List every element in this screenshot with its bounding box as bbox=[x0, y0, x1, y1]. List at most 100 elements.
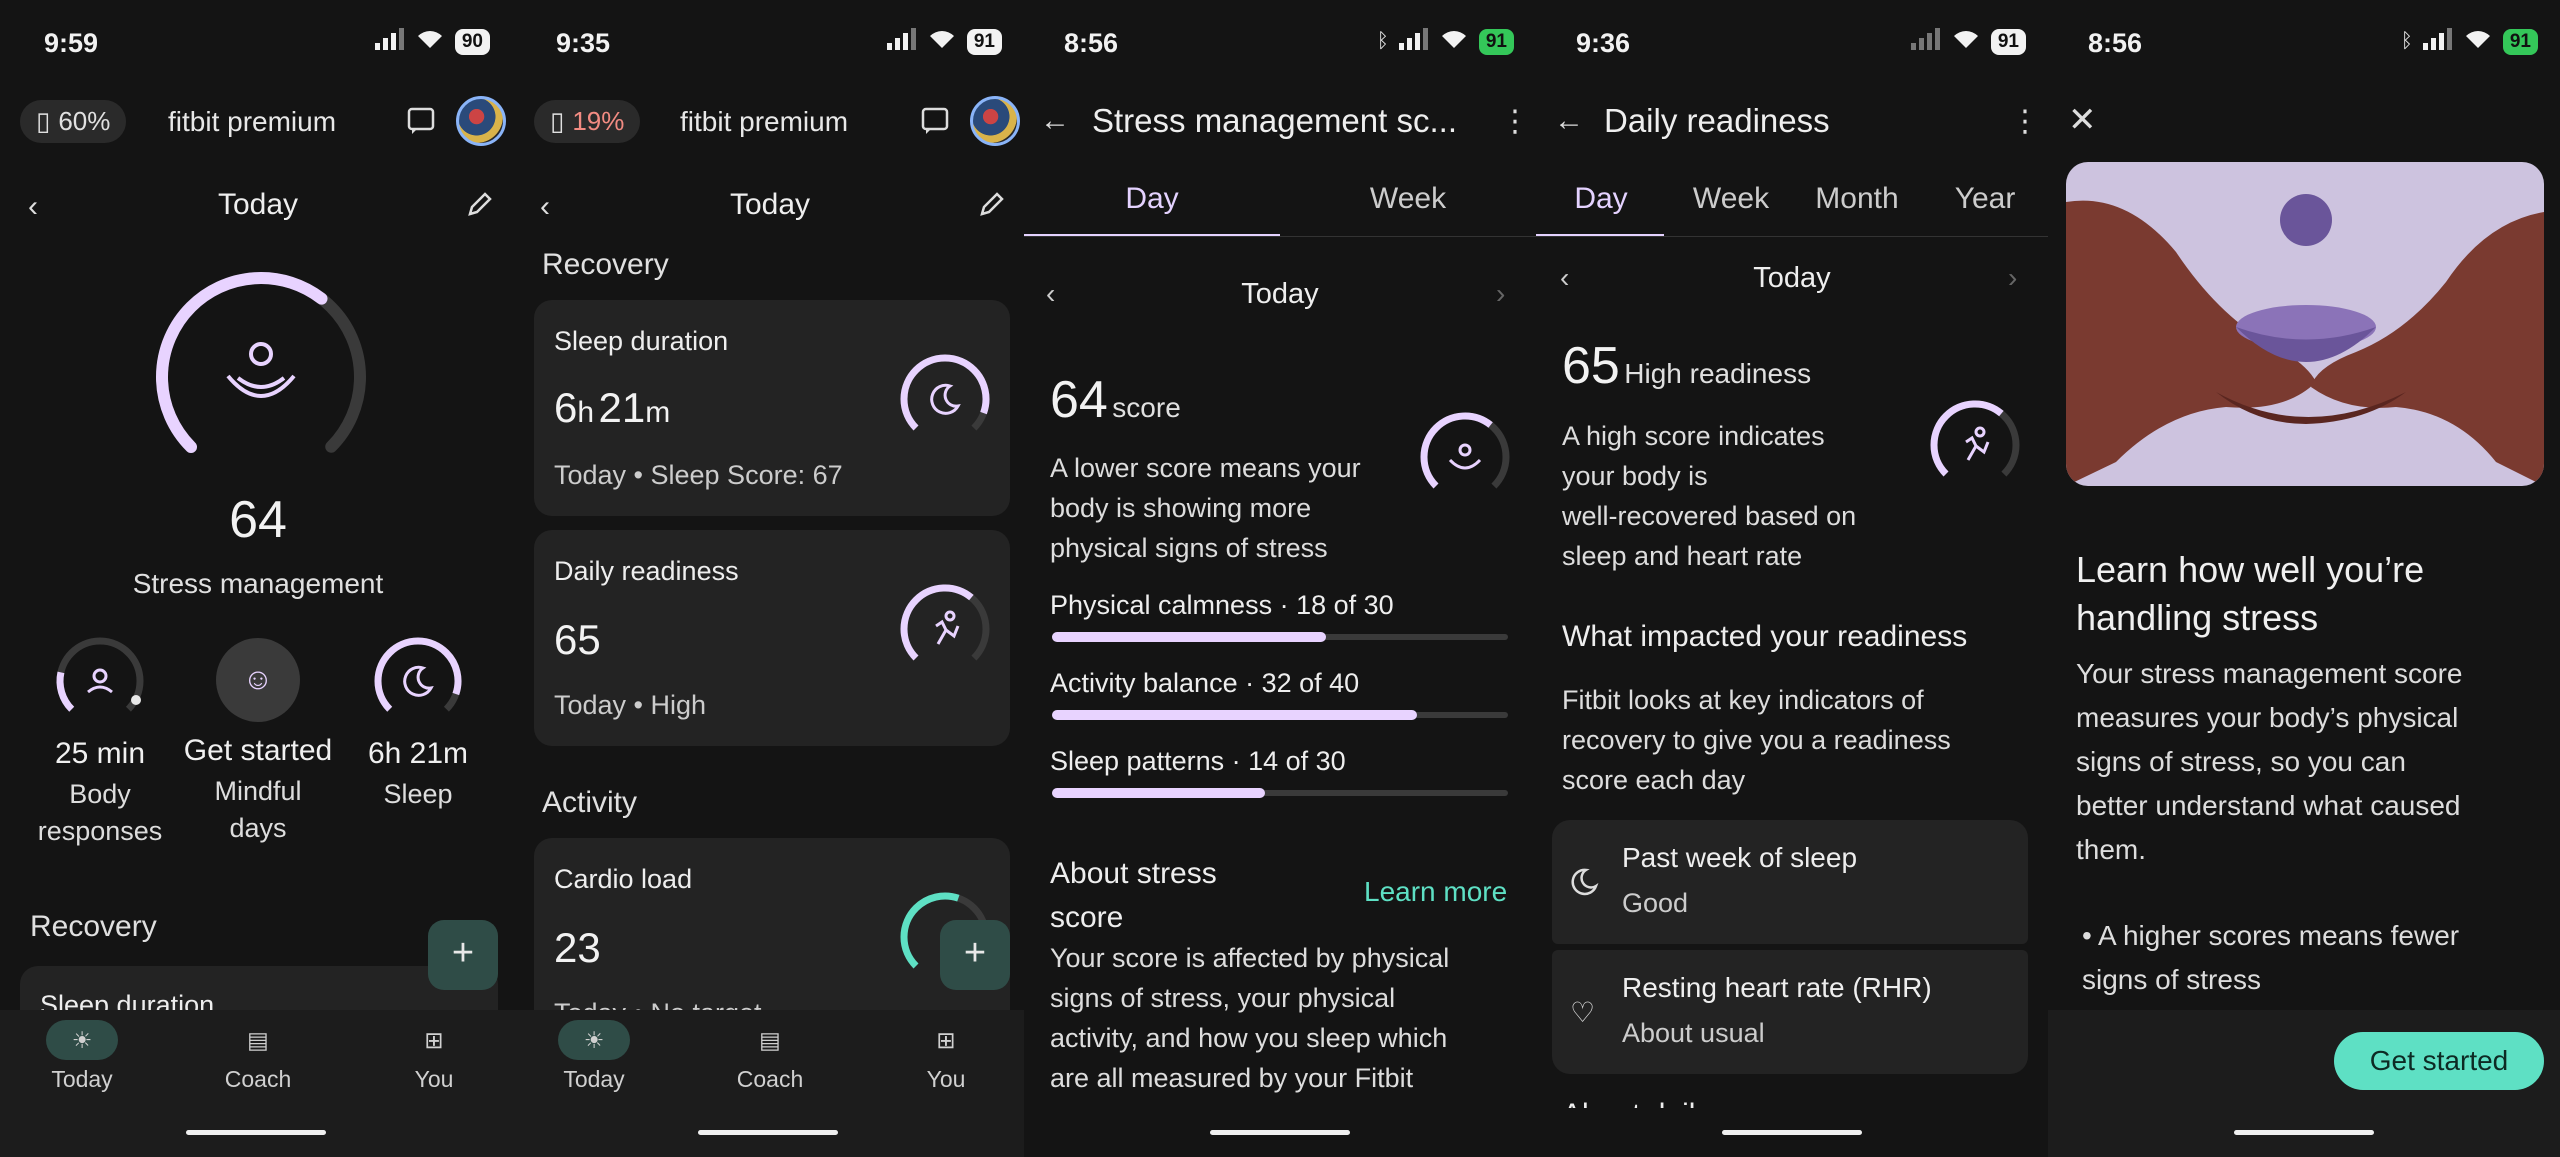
wifi-icon bbox=[1951, 28, 1981, 55]
running-icon bbox=[1965, 426, 1990, 461]
battery-indicator: 91 bbox=[966, 28, 1002, 55]
signal-icon bbox=[1910, 28, 1941, 55]
tab-month[interactable]: Month bbox=[1792, 182, 1922, 216]
chevron-right-icon[interactable]: › bbox=[1496, 278, 1505, 310]
get-started-button[interactable]: Get started bbox=[2334, 1032, 2544, 1090]
battery-indicator: 91 bbox=[1478, 28, 1514, 55]
stress-score-line: 64 score bbox=[1050, 371, 1181, 429]
metric-body-responses[interactable]: 25 min Body responses bbox=[10, 636, 190, 847]
page-title: Stress management sc... bbox=[1092, 102, 1457, 139]
bar-label-activity-balance: Activity balance · 32 of 40 bbox=[1050, 668, 1360, 698]
nav-you[interactable]: ⊞ You bbox=[886, 1020, 1006, 1093]
avatar[interactable] bbox=[970, 96, 1020, 146]
home-indicator bbox=[1210, 1130, 1350, 1135]
grid-icon: ⊞ bbox=[936, 1027, 956, 1053]
battery-indicator: 90 bbox=[454, 28, 490, 55]
screen-stress-detail: 8:56 ᛒ 91 ← Stress management sc... ⋮ Da… bbox=[1024, 0, 1536, 1157]
coach-icon: ▤ bbox=[759, 1027, 781, 1053]
back-arrow-icon[interactable]: ← bbox=[1040, 104, 1070, 138]
screen-readiness-detail: 9:36 91 ← Daily readiness ⋮ Day Week Mon… bbox=[1536, 0, 2048, 1157]
device-battery-icon: ▯ bbox=[36, 106, 51, 136]
sleep-gauge bbox=[374, 637, 462, 725]
item-resting-heart-rate[interactable]: ♡ Resting heart rate (RHR) About usual bbox=[1552, 950, 2028, 1074]
avatar[interactable] bbox=[456, 96, 506, 146]
home-indicator bbox=[186, 1130, 326, 1135]
screen-today-cards: 9:35 91 ▯ 19% fitbit premium ‹ Today Rec… bbox=[512, 0, 1024, 1157]
more-menu-icon[interactable]: ⋮ bbox=[2010, 104, 2040, 139]
section-activity: Activity bbox=[542, 786, 638, 819]
tab-day[interactable]: Day bbox=[1536, 182, 1666, 216]
back-arrow-icon[interactable]: ← bbox=[1554, 104, 1584, 138]
wifi-icon bbox=[415, 28, 445, 55]
stress-score: 64 bbox=[229, 491, 287, 549]
status-bar: 8:56 ᛒ 91 bbox=[2048, 22, 2560, 62]
add-button[interactable]: + bbox=[940, 920, 1010, 990]
item-past-week-sleep[interactable]: Past week of sleep Good bbox=[1552, 820, 2028, 944]
bar-activity-balance bbox=[1052, 710, 1508, 720]
mindfulness-icon: ☺ bbox=[216, 638, 300, 722]
more-menu-icon[interactable]: ⋮ bbox=[1500, 104, 1530, 139]
readiness-gauge bbox=[900, 584, 990, 674]
screen-today-overview: 9:59 90 ▯ 60% fitbit premium ‹ Today 64 … bbox=[0, 0, 512, 1157]
tab-week[interactable]: Week bbox=[1666, 182, 1796, 216]
metric-mindful-days[interactable]: ☺ Get started Mindful days bbox=[168, 636, 348, 844]
home-indicator bbox=[1722, 1130, 1862, 1135]
device-battery-pill[interactable]: ▯ 19% bbox=[534, 100, 641, 143]
nav-today[interactable]: ☀ Today bbox=[22, 1020, 142, 1093]
day-label: Today bbox=[217, 188, 299, 221]
nav-you[interactable]: ⊞ You bbox=[374, 1020, 494, 1093]
grid-icon: ⊞ bbox=[424, 1027, 444, 1053]
tab-day[interactable]: Day bbox=[1024, 182, 1280, 216]
bottom-nav: ☀ Today ▤ Coach ⊞ You bbox=[512, 1010, 1024, 1157]
status-bar: 9:59 90 bbox=[0, 22, 512, 62]
messages-icon[interactable] bbox=[920, 106, 950, 141]
heart-icon: ♡ bbox=[1570, 997, 1596, 1028]
status-bar: 8:56 ᛒ 91 bbox=[1024, 22, 1536, 62]
status-time: 9:35 bbox=[556, 28, 611, 58]
section-recovery: Recovery bbox=[30, 910, 157, 943]
tab-week[interactable]: Week bbox=[1280, 182, 1536, 216]
add-button[interactable]: + bbox=[428, 920, 498, 990]
moon-icon bbox=[403, 665, 434, 697]
edit-icon[interactable] bbox=[466, 190, 494, 223]
nav-today[interactable]: ☀ Today bbox=[534, 1020, 654, 1093]
nav-coach[interactable]: ▤ Coach bbox=[198, 1020, 318, 1093]
learn-more-link[interactable]: Learn more bbox=[1364, 876, 1507, 908]
stress-label: Stress management bbox=[132, 568, 384, 599]
close-icon[interactable]: ✕ bbox=[2068, 100, 2097, 140]
moon-icon bbox=[1570, 866, 1600, 901]
device-battery-pill[interactable]: ▯ 60% bbox=[20, 100, 127, 143]
wifi-icon bbox=[927, 28, 957, 55]
messages-icon[interactable] bbox=[406, 106, 436, 141]
screen-stress-onboarding: 8:56 ᛒ 91 ✕ Learn how well you’re handlin… bbox=[2048, 0, 2560, 1157]
score-description: A lower score means your body is showing … bbox=[1050, 453, 1361, 563]
tab-divider bbox=[1024, 236, 1536, 237]
onboarding-bullet: • A higher scores means fewer signs of st… bbox=[2082, 920, 2460, 995]
chevron-right-icon[interactable]: › bbox=[2008, 262, 2017, 294]
impact-title: What impacted your readiness bbox=[1562, 620, 1968, 653]
sleep-duration-card[interactable]: Sleep duration 6h 21m Today • Sleep Scor… bbox=[534, 300, 1010, 516]
sunrise-icon: ☀ bbox=[46, 1020, 118, 1060]
sleep-duration-value: 6h 21m bbox=[554, 384, 671, 431]
edit-icon[interactable] bbox=[978, 190, 1006, 223]
stress-icon bbox=[226, 342, 296, 398]
section-recovery: Recovery bbox=[542, 248, 669, 281]
metric-sleep[interactable]: 6h 21m Sleep bbox=[328, 636, 508, 810]
moon-icon bbox=[930, 383, 961, 415]
nav-coach[interactable]: ▤ Coach bbox=[710, 1020, 830, 1093]
bar-sleep-patterns bbox=[1052, 788, 1508, 798]
daily-readiness-card[interactable]: Daily readiness 65 Today • High bbox=[534, 530, 1010, 746]
stress-gauge bbox=[1420, 412, 1510, 502]
tab-year[interactable]: Year bbox=[1920, 182, 2048, 216]
bar-label-physical-calmness: Physical calmness · 18 of 30 bbox=[1050, 590, 1394, 620]
hands-holding-illustration bbox=[2066, 162, 2544, 486]
readiness-score-line: 65 High readiness bbox=[1562, 337, 1812, 395]
bar-label-sleep-patterns: Sleep patterns · 14 of 30 bbox=[1050, 746, 1346, 776]
readiness-gauge bbox=[1930, 400, 2020, 490]
wifi-icon bbox=[2463, 28, 2493, 55]
signal-icon bbox=[1398, 28, 1429, 55]
impact-text: Fitbit looks at key indicators of recover… bbox=[1562, 685, 1951, 795]
sunrise-icon: ☀ bbox=[558, 1020, 630, 1060]
body-response-icon bbox=[87, 668, 113, 694]
day-label: Today bbox=[1241, 278, 1319, 310]
